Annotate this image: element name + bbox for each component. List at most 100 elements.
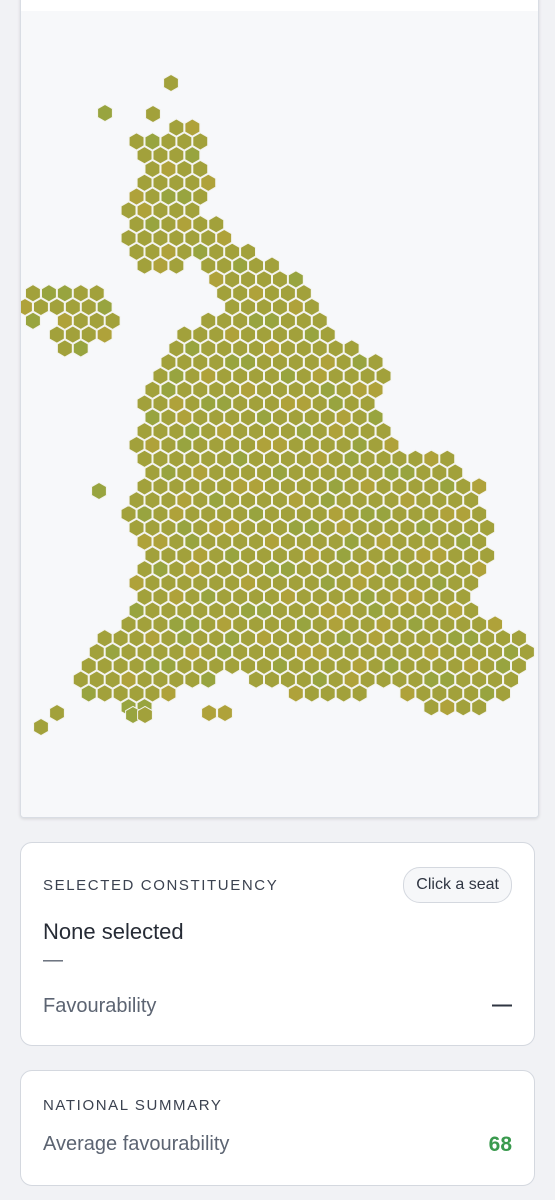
constituency-hex[interactable] — [359, 670, 376, 689]
constituency-hex[interactable] — [160, 629, 177, 648]
constituency-hex[interactable] — [256, 601, 272, 620]
constituency-hex[interactable] — [160, 242, 177, 261]
constituency-hex[interactable] — [319, 408, 336, 427]
constituency-hex[interactable] — [152, 256, 169, 275]
constituency-hex[interactable] — [184, 228, 201, 248]
constituency-hex[interactable] — [415, 656, 432, 675]
constituency-hex[interactable] — [184, 366, 201, 386]
constituency-hex[interactable] — [503, 670, 519, 689]
constituency-hex[interactable] — [168, 532, 185, 551]
constituency-hex[interactable] — [168, 560, 185, 579]
constituency-hex[interactable] — [359, 615, 376, 634]
constituency-hex[interactable] — [287, 518, 304, 537]
constituency-hex[interactable] — [176, 546, 193, 565]
constituency-hex[interactable] — [431, 546, 448, 565]
constituency-hex[interactable] — [280, 670, 296, 689]
constituency-hex[interactable] — [495, 629, 511, 648]
constituency-hex[interactable] — [327, 504, 344, 524]
constituency-hex[interactable] — [184, 394, 201, 413]
constituency-hex[interactable] — [232, 449, 249, 468]
constituency-hex[interactable] — [375, 504, 392, 524]
constituency-hex[interactable] — [240, 435, 256, 455]
constituency-hex[interactable] — [391, 477, 408, 496]
constituency-hex[interactable] — [280, 394, 296, 413]
constituency-hex[interactable] — [184, 615, 201, 634]
constituency-hex[interactable] — [399, 684, 416, 703]
constituency-hex[interactable] — [201, 703, 217, 723]
constituency-hex[interactable] — [359, 587, 376, 606]
constituency-hex[interactable] — [168, 477, 185, 496]
constituency-hex[interactable] — [311, 366, 328, 386]
constituency-hex[interactable] — [72, 670, 89, 689]
constituency-hex[interactable] — [80, 684, 97, 703]
constituency-hex[interactable] — [487, 615, 503, 634]
constituency-hex[interactable] — [327, 339, 344, 358]
constituency-hex[interactable] — [303, 518, 320, 537]
constituency-hex[interactable] — [216, 449, 233, 468]
constituency-hex[interactable] — [224, 353, 241, 372]
constituency-hex[interactable] — [144, 215, 161, 234]
constituency-hex[interactable] — [248, 532, 264, 551]
constituency-hex[interactable] — [152, 504, 169, 524]
constituency-hex[interactable] — [487, 670, 503, 689]
constituency-hex[interactable] — [224, 601, 241, 620]
constituency-hex[interactable] — [112, 684, 129, 703]
constituency-hex[interactable] — [152, 477, 169, 496]
constituency-hex[interactable] — [423, 560, 440, 579]
constituency-hex[interactable] — [72, 284, 89, 303]
constituency-hex[interactable] — [144, 546, 161, 565]
constituency-hex[interactable] — [200, 311, 217, 330]
constituency-hex[interactable] — [136, 532, 153, 551]
constituency-hex[interactable] — [359, 449, 376, 468]
constituency-hex[interactable] — [479, 546, 496, 565]
constituency-hex[interactable] — [240, 629, 256, 648]
constituency-hex[interactable] — [359, 394, 376, 413]
constituency-hex[interactable] — [383, 573, 400, 593]
constituency-hex[interactable] — [367, 656, 384, 675]
constituency-hex[interactable] — [120, 228, 137, 248]
constituency-hex[interactable] — [463, 546, 480, 565]
constituency-hex[interactable] — [272, 629, 288, 648]
constituency-hex[interactable] — [176, 353, 193, 372]
constituency-hex[interactable] — [264, 394, 280, 413]
constituency-hex[interactable] — [447, 684, 464, 703]
constituency-hex[interactable] — [224, 463, 241, 482]
constituency-hex[interactable] — [343, 670, 360, 689]
constituency-hex[interactable] — [168, 449, 185, 468]
constituency-hex[interactable] — [176, 518, 193, 537]
constituency-hex[interactable] — [248, 477, 264, 496]
constituency-hex[interactable] — [383, 546, 400, 565]
constituency-hex[interactable] — [264, 560, 280, 579]
constituency-hex[interactable] — [287, 270, 304, 289]
constituency-hex[interactable] — [431, 573, 448, 593]
constituency-hex[interactable] — [56, 339, 73, 358]
constituency-hex[interactable] — [423, 698, 440, 717]
constituency-hex[interactable] — [240, 297, 256, 317]
constituency-hex[interactable] — [176, 573, 193, 593]
constituency-hex[interactable] — [128, 435, 145, 455]
constituency-hex[interactable] — [88, 284, 105, 303]
constituency-hex[interactable] — [319, 353, 336, 372]
constituency-hex[interactable] — [168, 228, 185, 248]
constituency-hex[interactable] — [319, 463, 336, 482]
constituency-hex[interactable] — [224, 656, 241, 675]
constituency-hex[interactable] — [383, 435, 400, 455]
constituency-hex[interactable] — [256, 297, 272, 317]
constituency-hex[interactable] — [200, 256, 217, 275]
constituency-hex[interactable] — [439, 642, 456, 662]
constituency-hex[interactable] — [280, 532, 296, 551]
constituency-hex[interactable] — [343, 560, 360, 579]
constituency-hex[interactable] — [431, 491, 448, 510]
constituency-hex[interactable] — [327, 422, 344, 441]
constituency-hex[interactable] — [144, 408, 161, 427]
constituency-hex[interactable] — [455, 504, 472, 524]
constituency-hex[interactable] — [120, 504, 137, 524]
constituency-hex[interactable] — [272, 573, 288, 593]
constituency-hex[interactable] — [33, 297, 49, 317]
constituency-hex[interactable] — [168, 366, 185, 386]
constituency-hex[interactable] — [248, 256, 264, 275]
constituency-hex[interactable] — [240, 546, 256, 565]
constituency-hex[interactable] — [471, 504, 488, 524]
constituency-hex[interactable] — [511, 629, 527, 648]
constituency-hex[interactable] — [224, 518, 241, 537]
